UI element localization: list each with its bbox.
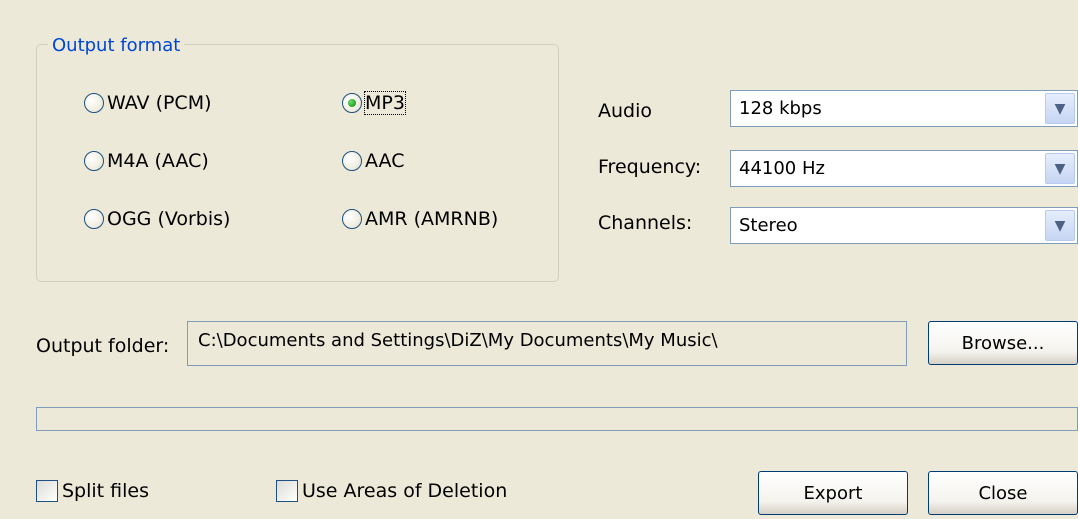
radio-ogg[interactable]: OGG (Vorbis) [84,205,230,233]
radio-label: WAV (PCM) [107,92,212,114]
radio-aac[interactable]: AAC [342,147,404,175]
radio-label: AAC [365,150,405,172]
split-files-checkbox[interactable]: Split files [36,480,149,502]
radio-label: OGG (Vorbis) [107,208,231,230]
radio-circle-icon [84,209,104,229]
split-files-label: Split files [62,480,150,502]
frequency-select[interactable]: 44100 Hz ▼ [730,150,1078,187]
progress-bar [36,407,1078,431]
frequency-value: 44100 Hz [739,158,825,179]
audio-label: Audio [598,100,653,122]
radio-label: M4A (AAC) [107,150,209,172]
radio-circle-icon [342,209,362,229]
radio-wav[interactable]: WAV (PCM) [84,89,212,117]
audio-bitrate-value: 128 kbps [739,98,822,119]
chevron-down-icon[interactable]: ▼ [1045,210,1075,241]
chevron-down-icon[interactable]: ▼ [1045,153,1075,184]
radio-circle-icon [342,151,362,171]
radio-circle-icon [84,151,104,171]
radio-circle-icon [84,93,104,113]
checkbox-icon [36,480,58,502]
radio-amr[interactable]: AMR (AMRNB) [342,205,498,233]
radio-mp3[interactable]: MP3 [342,89,406,117]
channels-value: Stereo [739,215,798,236]
chevron-down-icon[interactable]: ▼ [1045,93,1075,124]
output-format-title: Output format [48,36,185,56]
areas-of-deletion-checkbox[interactable]: Use Areas of Deletion [276,480,507,502]
output-folder-field[interactable]: C:\Documents and Settings\DiZ\My Documen… [187,321,907,366]
radio-label: AMR (AMRNB) [365,208,499,230]
radio-m4a[interactable]: M4A (AAC) [84,147,209,175]
radio-dot-icon [348,99,356,107]
areas-of-deletion-label: Use Areas of Deletion [302,480,508,502]
export-button[interactable]: Export [758,471,908,515]
checkbox-icon [276,480,298,502]
output-folder-label: Output folder: [36,335,170,357]
radio-label: MP3 [364,91,406,115]
audio-bitrate-select[interactable]: 128 kbps ▼ [730,90,1078,127]
close-button[interactable]: Close [928,471,1078,515]
channels-select[interactable]: Stereo ▼ [730,207,1078,244]
channels-label: Channels: [598,212,693,234]
frequency-label: Frequency: [598,156,702,178]
browse-button[interactable]: Browse... [928,321,1078,365]
radio-selected-icon [342,93,362,113]
